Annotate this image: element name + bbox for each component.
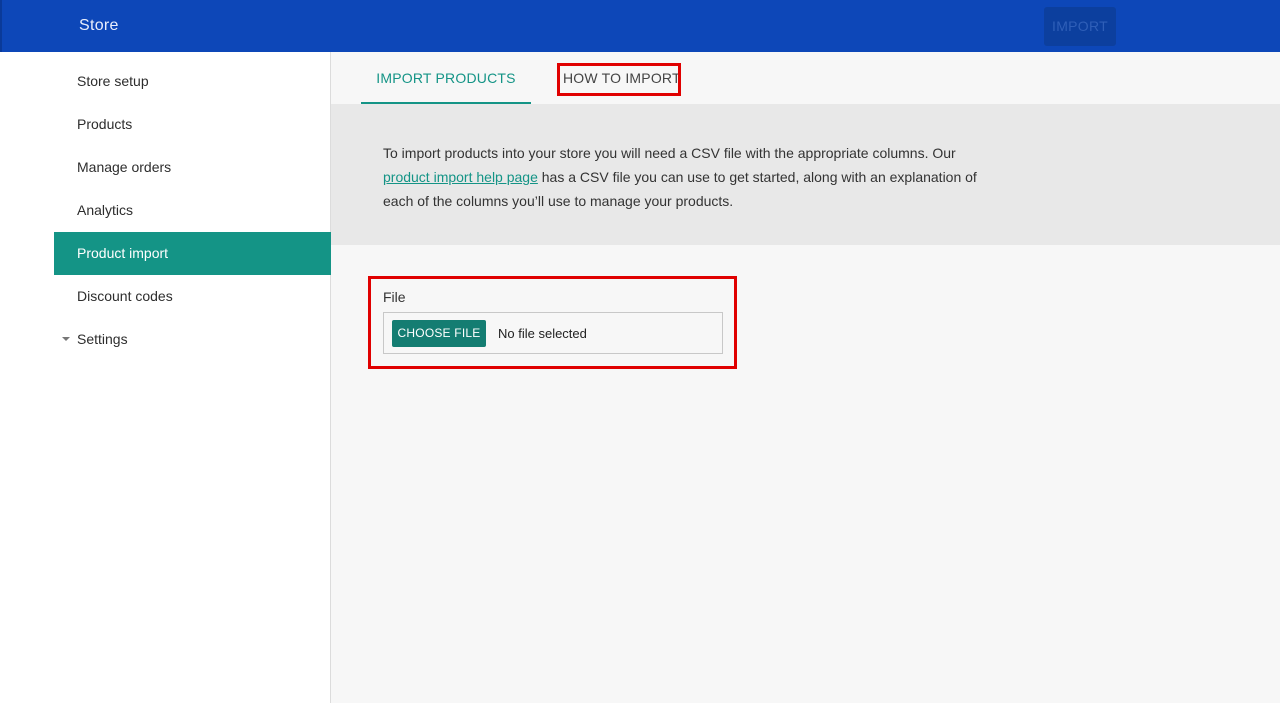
sidebar-item-products[interactable]: Products bbox=[54, 103, 331, 146]
sidebar-item-label: Settings bbox=[77, 331, 128, 347]
file-label: File bbox=[383, 289, 406, 305]
sidebar-item-discount-codes[interactable]: Discount codes bbox=[54, 275, 331, 318]
info-panel: To import products into your store you w… bbox=[331, 104, 1280, 245]
sidebar: Store setup Products Manage orders Analy… bbox=[0, 52, 331, 703]
sidebar-item-settings[interactable]: Settings bbox=[54, 318, 331, 361]
sidebar-item-store-setup[interactable]: Store setup bbox=[54, 60, 331, 103]
file-status: No file selected bbox=[498, 326, 587, 341]
import-button[interactable]: IMPORT bbox=[1044, 7, 1116, 46]
caret-down-icon bbox=[62, 337, 70, 341]
file-input[interactable]: CHOOSE FILE No file selected bbox=[383, 312, 723, 354]
tab-bar: IMPORT PRODUCTS HOW TO IMPORT bbox=[331, 52, 1280, 104]
sidebar-item-product-import[interactable]: Product import bbox=[54, 232, 331, 275]
tab-how-to-import[interactable]: HOW TO IMPORT bbox=[563, 52, 681, 104]
choose-file-button[interactable]: CHOOSE FILE bbox=[392, 320, 486, 347]
tab-import-products[interactable]: IMPORT PRODUCTS bbox=[361, 52, 531, 104]
sidebar-item-manage-orders[interactable]: Manage orders bbox=[54, 146, 331, 189]
sidebar-item-analytics[interactable]: Analytics bbox=[54, 189, 331, 232]
info-text-start: To import products into your store you w… bbox=[383, 145, 956, 161]
help-page-link[interactable]: product import help page bbox=[383, 169, 538, 185]
app-header: Store IMPORT bbox=[0, 0, 1280, 52]
info-text: To import products into your store you w… bbox=[383, 141, 993, 213]
app-title: Store bbox=[79, 17, 119, 34]
